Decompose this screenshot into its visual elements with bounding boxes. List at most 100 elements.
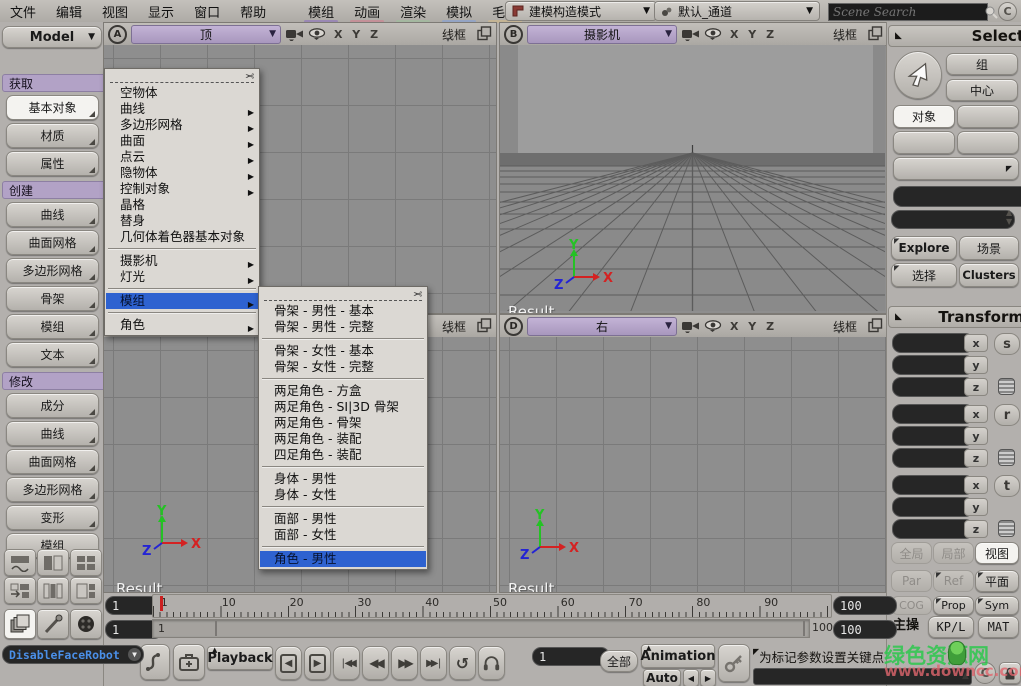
- left-button-变形[interactable]: 变形: [6, 505, 99, 530]
- group-button[interactable]: 组: [946, 53, 1018, 75]
- transform-panel-header[interactable]: ◣ Transform: [888, 306, 1021, 328]
- menubar-item-2[interactable]: 视图: [92, 0, 138, 23]
- filter-button-blank-2[interactable]: [893, 131, 955, 154]
- viewport-view-dropdown[interactable]: 摄影机 ▼: [527, 25, 677, 44]
- model-submenu-item-9[interactable]: 两足角色 - 装配: [260, 431, 426, 447]
- primitives-menu-item-8[interactable]: 替身: [106, 213, 258, 229]
- primitives-menu-item-7[interactable]: 晶格: [106, 197, 258, 213]
- axis-filter-buttons[interactable]: X Y Z: [334, 28, 381, 41]
- selection-button[interactable]: ◤选择: [891, 263, 957, 287]
- transform-s-y-field[interactable]: [892, 355, 974, 375]
- left-button-文本[interactable]: 文本: [6, 342, 99, 367]
- columns-layout-button[interactable]: [37, 577, 69, 604]
- model-submenu-item-18[interactable]: 角色 - 男性: [260, 551, 426, 567]
- quad-layout-button[interactable]: [70, 549, 102, 576]
- left-button-曲面网格[interactable]: 曲面网格: [6, 449, 99, 474]
- menubar-item-1[interactable]: 编辑: [46, 0, 92, 23]
- primitives-menu-item-11[interactable]: 摄影机▶: [106, 253, 258, 269]
- filter-button-blank-3[interactable]: [957, 131, 1019, 154]
- primitives-menu-item-2[interactable]: 多边形网格▶: [106, 117, 258, 133]
- fast-back-button[interactable]: ◀◀: [362, 646, 389, 680]
- fast-forward-button[interactable]: ▶▶: [391, 646, 418, 680]
- menubar-module-3[interactable]: 模拟: [436, 0, 482, 23]
- clusters-button[interactable]: Clusters: [959, 263, 1019, 287]
- transform-t-x-axis-button[interactable]: x: [964, 476, 988, 494]
- audio-button[interactable]: [478, 646, 505, 680]
- curve-editor-layout-button[interactable]: [4, 549, 36, 576]
- shading-mode-dropdown[interactable]: 线框: [833, 318, 857, 335]
- left-button-曲面网格[interactable]: 曲面网格: [6, 230, 99, 255]
- effects-dropdown[interactable]: DisableFaceRobot ▼: [2, 645, 144, 664]
- filter-button-blank-1[interactable]: [957, 105, 1019, 128]
- model-submenu-item-12[interactable]: 身体 - 男性: [260, 471, 426, 487]
- transform-r-x-axis-button[interactable]: x: [964, 405, 988, 423]
- primitives-menu-item-3[interactable]: 曲面▶: [106, 133, 258, 149]
- left-button-基本对象[interactable]: 基本对象: [6, 95, 99, 120]
- left-button-材质[interactable]: 材质: [6, 123, 99, 148]
- next-arrow-button[interactable]: ▶: [700, 669, 716, 686]
- render-pass-dropdown[interactable]: 默认_通道 ▼: [654, 1, 820, 21]
- cog-button[interactable]: COG: [891, 596, 932, 615]
- model-submenu-item-1[interactable]: 骨架 - 男性 - 完整: [260, 319, 426, 335]
- plane-mode-button[interactable]: ◤平面: [975, 570, 1019, 592]
- model-submenu-item-3[interactable]: 骨架 - 女性 - 基本: [260, 343, 426, 359]
- transform-t-z-field[interactable]: [892, 519, 974, 539]
- viewport-content[interactable]: Y X Z Result: [500, 45, 887, 313]
- transform-r-z-axis-button[interactable]: z: [964, 449, 988, 467]
- resize-viewport-icon[interactable]: [868, 26, 883, 41]
- transform-r-z-field[interactable]: [892, 448, 974, 468]
- par-mode-button[interactable]: Par: [891, 570, 932, 592]
- viewport-view-dropdown[interactable]: 右 ▼: [527, 317, 677, 336]
- timeline-end-field[interactable]: 100: [833, 596, 897, 615]
- transform-r-y-axis-button[interactable]: y: [964, 427, 988, 445]
- resize-viewport-icon[interactable]: [868, 318, 883, 333]
- construction-mode-dropdown[interactable]: 建模构造模式 ▼: [505, 1, 657, 21]
- menubar-item-0[interactable]: 文件: [0, 0, 46, 23]
- model-submenu-item-4[interactable]: 骨架 - 女性 - 完整: [260, 359, 426, 375]
- viewport-letter-badge[interactable]: B: [504, 25, 523, 44]
- mixed-layout-button[interactable]: [70, 577, 102, 604]
- menubar-module-0[interactable]: 模组: [298, 0, 344, 23]
- primitives-menu-item-4[interactable]: 点云▶: [106, 149, 258, 165]
- animation-menu-button[interactable]: ▲ Animation: [641, 644, 715, 668]
- lock-axes-icon[interactable]: [998, 520, 1015, 537]
- set-key-button[interactable]: [718, 644, 750, 682]
- current-frame-field[interactable]: 1: [532, 647, 610, 666]
- wand-button[interactable]: [37, 609, 69, 639]
- viewport-view-dropdown[interactable]: 顶 ▼: [131, 25, 281, 44]
- viewport-d[interactable]: D 右 ▼ X Y Z 线框 Y X: [499, 314, 888, 593]
- transform-s-z-axis-button[interactable]: z: [964, 378, 988, 396]
- transform-t-z-axis-button[interactable]: z: [964, 520, 988, 538]
- explore-button[interactable]: ◤Explore: [891, 236, 957, 260]
- cycle-button[interactable]: C: [998, 2, 1017, 21]
- viewport-letter-badge[interactable]: A: [108, 25, 127, 44]
- viewport-letter-badge[interactable]: D: [504, 317, 523, 336]
- viewport-b[interactable]: B 摄影机 ▼ X Y Z 线框 Y X: [499, 22, 888, 314]
- lock-axes-icon[interactable]: [998, 378, 1015, 395]
- shading-mode-dropdown[interactable]: 线框: [442, 26, 466, 43]
- range-handle[interactable]: [215, 621, 217, 636]
- model-submenu-item-10[interactable]: 四足角色 - 装配: [260, 447, 426, 463]
- transform-t-button[interactable]: t: [994, 475, 1020, 497]
- select-panel-header[interactable]: ◣ Select: [888, 25, 1021, 47]
- transform-s-button[interactable]: s: [994, 333, 1020, 355]
- eye-icon[interactable]: [704, 27, 722, 41]
- primitives-menu-item-1[interactable]: 曲线▶: [106, 101, 258, 117]
- left-button-多边形网格[interactable]: 多边形网格: [6, 477, 99, 502]
- center-button[interactable]: 中心: [946, 79, 1018, 101]
- prev-arrow-button[interactable]: ◀: [683, 669, 699, 686]
- sym-button[interactable]: ◤Sym: [975, 596, 1019, 615]
- model-submenu-item-16[interactable]: 面部 - 女性: [260, 527, 426, 543]
- eye-icon[interactable]: [308, 27, 326, 41]
- left-button-成分[interactable]: 成分: [6, 393, 99, 418]
- auto-key-button[interactable]: Auto: [643, 669, 681, 686]
- range-handle[interactable]: [803, 621, 805, 636]
- axis-filter-buttons[interactable]: X Y Z: [730, 320, 777, 333]
- left-button-曲线[interactable]: 曲线: [6, 202, 99, 227]
- transform-t-y-axis-button[interactable]: y: [964, 498, 988, 516]
- kpl-button[interactable]: KP/L: [928, 616, 974, 638]
- camera-icon[interactable]: [681, 27, 700, 41]
- axis-filter-buttons[interactable]: X Y Z: [730, 28, 777, 41]
- global-mode-button[interactable]: 全局: [891, 542, 932, 564]
- left-button-骨架[interactable]: 骨架: [6, 286, 99, 311]
